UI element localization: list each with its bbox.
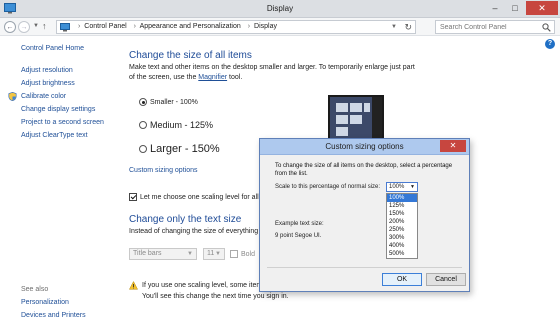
- font-size-value: 11: [207, 250, 215, 257]
- breadcrumb-appearance[interactable]: Appearance and Personalization: [140, 23, 241, 30]
- scale-select-value: 100%: [389, 184, 405, 190]
- chevron-down-icon[interactable]: ▼: [391, 24, 397, 30]
- left-nav: Control Panel Home Adjust resolution Adj…: [0, 36, 120, 336]
- dialog-divider: [267, 267, 462, 268]
- scale-option[interactable]: 100%: [387, 194, 417, 202]
- adjust-resolution-link[interactable]: Adjust resolution: [21, 67, 73, 74]
- calibrate-color-link[interactable]: Calibrate color: [21, 93, 66, 100]
- scale-label: Scale to this percentage of normal size:: [275, 184, 381, 190]
- search-box[interactable]: [435, 20, 555, 34]
- chevron-down-icon: ▼: [215, 251, 221, 257]
- address-row: ← → ▼ ↑ › Control Panel › Appearance and…: [0, 18, 560, 36]
- warning-text-2: You'll see this change the next time you…: [142, 293, 289, 300]
- recent-pages-dropdown-icon[interactable]: ▼: [33, 23, 39, 29]
- page-description: Make text and other items on the desktop…: [129, 63, 419, 83]
- item-select[interactable]: Title bars ▼: [129, 248, 197, 260]
- radio-button[interactable]: [139, 98, 147, 106]
- magnifier-link[interactable]: Magnifier: [198, 74, 227, 81]
- size-option-medium[interactable]: Medium - 125%: [139, 120, 213, 130]
- adjust-brightness-link[interactable]: Adjust brightness: [21, 80, 75, 87]
- bold-checkbox-row[interactable]: Bold: [230, 250, 255, 258]
- example-font-text: 9 point Segoe UI.: [275, 233, 322, 239]
- size-option-larger[interactable]: Larger - 150%: [139, 143, 220, 155]
- description-text-prefix: use the: [173, 74, 199, 81]
- breadcrumb-display[interactable]: Display: [254, 23, 277, 30]
- text-size-heading: Change only the text size: [129, 214, 242, 225]
- chevron-down-icon: ▼: [410, 184, 415, 190]
- close-button[interactable]: ✕: [526, 1, 558, 15]
- radio-button[interactable]: [139, 121, 147, 129]
- text-size-description: Instead of changing the size of everythi…: [129, 228, 268, 235]
- control-panel-icon: [60, 23, 70, 32]
- example-text-label: Example text size:: [275, 221, 324, 227]
- chevron-right-icon: ›: [133, 23, 137, 30]
- scale-option[interactable]: 400%: [387, 242, 417, 250]
- radio-button[interactable]: [139, 145, 147, 153]
- scale-select[interactable]: 100% ▼: [386, 182, 418, 192]
- shield-icon: [8, 91, 17, 102]
- personalization-link[interactable]: Personalization: [21, 299, 69, 306]
- scale-dropdown-list: 100% 125% 150% 200% 250% 300% 400% 500%: [386, 193, 418, 259]
- size-option-smaller[interactable]: Smaller - 100%: [139, 98, 198, 106]
- refresh-icon[interactable]: ↻: [404, 22, 412, 33]
- page-title: Change the size of all items: [129, 50, 252, 61]
- scale-option[interactable]: 500%: [387, 250, 417, 258]
- dialog-title-bar[interactable]: Custom sizing options ✕: [260, 139, 469, 155]
- chevron-down-icon: ▼: [187, 251, 193, 257]
- scale-option[interactable]: 300%: [387, 234, 417, 242]
- chevron-right-icon: ›: [247, 23, 251, 30]
- scale-option[interactable]: 250%: [387, 226, 417, 234]
- cancel-button[interactable]: Cancel: [426, 273, 466, 286]
- search-input[interactable]: [436, 21, 536, 33]
- forward-button[interactable]: →: [18, 21, 30, 33]
- size-option-label: Medium - 125%: [150, 120, 214, 130]
- description-text: Make text and other items on the desktop…: [129, 64, 415, 81]
- custom-sizing-link[interactable]: Custom sizing options: [129, 167, 197, 174]
- warning-icon: [128, 280, 139, 290]
- devices-printers-link[interactable]: Devices and Printers: [21, 312, 86, 319]
- breadcrumb-control-panel[interactable]: Control Panel: [84, 23, 126, 30]
- maximize-button[interactable]: □: [506, 1, 524, 15]
- control-panel-home-link[interactable]: Control Panel Home: [21, 45, 84, 52]
- display-preview-image: [328, 95, 384, 143]
- custom-sizing-dialog: Custom sizing options ✕ To change the si…: [259, 138, 470, 292]
- bold-label: Bold: [241, 250, 256, 258]
- scale-option[interactable]: 125%: [387, 202, 417, 210]
- size-option-label: Larger - 150%: [150, 143, 220, 155]
- description-text-suffix: tool.: [227, 74, 243, 81]
- chevron-right-icon: ›: [78, 23, 81, 30]
- scaling-checkbox[interactable]: [129, 193, 137, 201]
- scaling-checkbox-row[interactable]: Let me choose one scaling level for all …: [129, 193, 270, 201]
- title-bar: Display – □ ✕: [0, 0, 560, 18]
- scaling-checkbox-label: Let me choose one scaling level for all …: [140, 193, 270, 201]
- dialog-description: To change the size of all items on the d…: [275, 163, 453, 177]
- see-also-label: See also: [21, 286, 49, 293]
- window-title: Display: [266, 4, 294, 13]
- dialog-title: Custom sizing options: [325, 142, 404, 151]
- ok-button[interactable]: OK: [382, 273, 422, 286]
- dialog-close-button[interactable]: ✕: [440, 140, 466, 152]
- font-size-select[interactable]: 11 ▼: [203, 248, 225, 260]
- scale-option[interactable]: 150%: [387, 210, 417, 218]
- bold-checkbox[interactable]: [230, 250, 238, 258]
- size-option-label: Smaller - 100%: [150, 98, 198, 106]
- warning-text: If you use one scaling level, some items: [142, 282, 266, 289]
- up-arrow-icon[interactable]: ↑: [42, 21, 47, 31]
- project-second-screen-link[interactable]: Project to a second screen: [21, 119, 104, 126]
- breadcrumb: › Control Panel › Appearance and Persona…: [75, 23, 279, 30]
- back-button[interactable]: ←: [4, 21, 16, 33]
- minimize-button[interactable]: –: [486, 1, 504, 15]
- item-select-value: Title bars: [133, 250, 162, 257]
- search-icon[interactable]: [542, 23, 551, 32]
- scale-option[interactable]: 200%: [387, 218, 417, 226]
- address-bar[interactable]: › Control Panel › Appearance and Persona…: [56, 20, 416, 34]
- change-display-settings-link[interactable]: Change display settings: [21, 106, 95, 113]
- adjust-cleartype-link[interactable]: Adjust ClearType text: [21, 132, 88, 139]
